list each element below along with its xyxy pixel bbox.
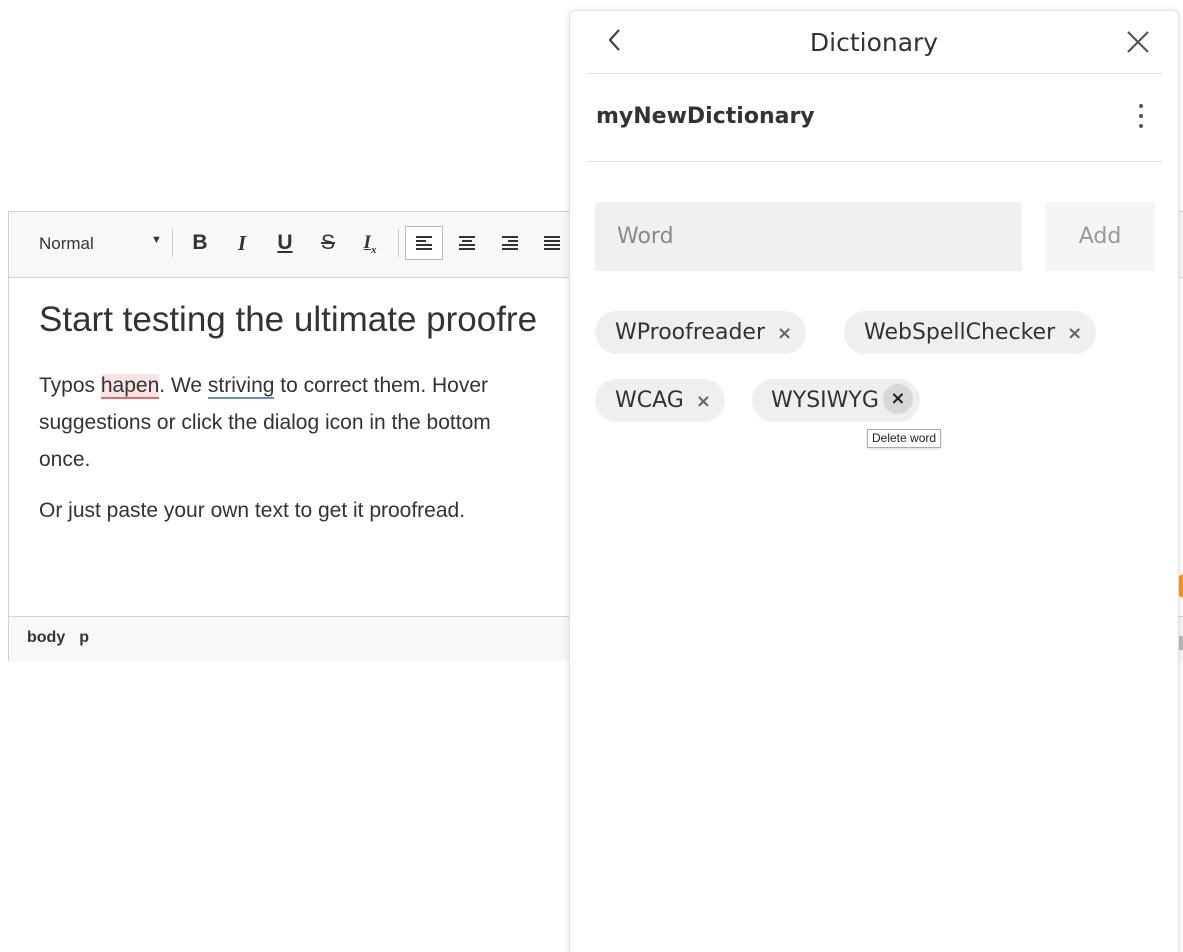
tooltip: Delete word — [867, 429, 942, 448]
word-chip: WProofreader × — [595, 311, 807, 355]
word-chip: WCAG × — [595, 379, 725, 422]
word-chip: WebSpellChecker × — [844, 311, 1097, 355]
remove-word-icon[interactable]: × — [696, 380, 711, 423]
toolbar-divider — [172, 229, 173, 257]
panel-title: Dictionary — [809, 28, 939, 57]
word-chip-label: WYSIWYG — [771, 388, 879, 413]
underline-button[interactable]: U — [272, 230, 298, 256]
italic-button[interactable]: I — [229, 230, 255, 256]
misspelled-word[interactable]: hapen — [100, 374, 160, 399]
bold-button[interactable]: B — [187, 230, 213, 256]
format-select-value: Normal — [39, 234, 94, 253]
panel-header: Dictionary — [586, 11, 1162, 74]
word-input[interactable] — [595, 202, 1022, 271]
grammar-issue[interactable]: striving — [207, 374, 275, 399]
word-chip-label: WebSpellChecker — [864, 320, 1056, 345]
strikethrough-button[interactable]: S — [315, 230, 341, 256]
word-chip-label: WProofreader — [615, 320, 765, 345]
remove-word-icon[interactable]: × — [777, 312, 792, 355]
more-vertical-icon[interactable] — [1138, 104, 1144, 132]
close-icon[interactable] — [1124, 28, 1152, 56]
remove-word-icon[interactable]: × — [882, 384, 913, 414]
align-right-icon — [502, 236, 518, 251]
path-item-body[interactable]: body — [27, 629, 65, 646]
align-left-button[interactable] — [405, 226, 443, 260]
align-left-icon — [416, 236, 432, 251]
word-chip: WYSIWYG × — [752, 379, 920, 422]
align-justify-icon — [544, 236, 560, 251]
dictionary-panel: Dictionary myNewDictionary Add WProofrea… — [569, 10, 1179, 952]
align-center-button[interactable] — [454, 230, 480, 256]
clear-format-button[interactable]: Ix — [357, 230, 383, 256]
remove-word-icon[interactable]: × — [1067, 312, 1082, 355]
chevron-left-icon[interactable] — [600, 25, 630, 55]
dictionary-name: myNewDictionary — [596, 104, 815, 129]
path-item-p[interactable]: p — [79, 629, 89, 646]
chevron-down-icon: ▼ — [151, 234, 162, 246]
dictionary-row: myNewDictionary — [586, 74, 1162, 162]
align-center-icon — [459, 236, 475, 251]
format-select[interactable]: Normal ▼ — [39, 234, 165, 256]
align-right-button[interactable] — [497, 230, 523, 256]
add-word-button[interactable]: Add — [1045, 202, 1155, 271]
word-chip-label: WCAG — [615, 388, 684, 413]
align-justify-button[interactable] — [539, 230, 565, 256]
toolbar-divider — [398, 229, 399, 257]
